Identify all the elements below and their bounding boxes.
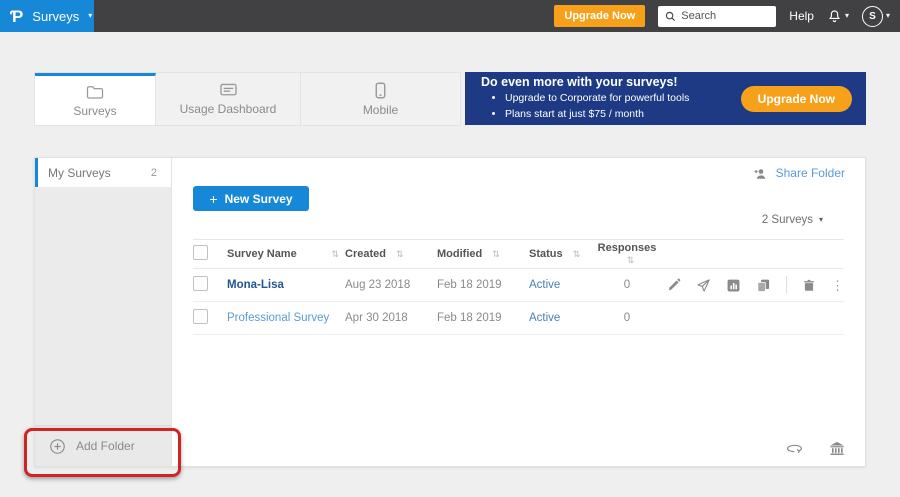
responses-count: 0 xyxy=(595,279,659,291)
delete-trash-icon[interactable] xyxy=(802,278,816,293)
sidebar-item-my-surveys[interactable]: My Surveys 2 xyxy=(35,158,171,187)
folder-icon xyxy=(86,84,104,100)
add-folder-label: Add Folder xyxy=(76,439,135,453)
app-logo-menu[interactable]: Ƥ Surveys ▾ xyxy=(0,0,94,32)
tab-label: Usage Dashboard xyxy=(180,102,277,116)
created-date: Apr 30 2018 xyxy=(345,312,437,324)
dashboard-icon xyxy=(219,82,238,98)
col-header-created[interactable]: Created xyxy=(345,248,386,260)
tab-usage-dashboard[interactable]: Usage Dashboard xyxy=(156,73,301,125)
top-bar: Ƥ Surveys ▾ Upgrade Now Help ▾ S ▾ xyxy=(0,0,900,32)
new-survey-button[interactable]: + New Survey xyxy=(193,186,309,211)
folder-count-badge: 2 xyxy=(151,167,157,179)
share-folder-link[interactable]: Share Folder xyxy=(753,166,845,180)
more-options-icon[interactable]: ⋮ xyxy=(831,279,844,292)
table-row: Professional Survey Apr 30 2018 Feb 18 2… xyxy=(193,302,844,335)
brand-logo-icon: Ƥ xyxy=(10,8,23,25)
tab-surveys[interactable]: Surveys xyxy=(35,73,156,125)
banner-upgrade-button[interactable]: Upgrade Now xyxy=(741,86,852,112)
row-checkbox[interactable] xyxy=(193,309,208,324)
survey-list-main: Share Folder + New Survey 2 Surveys ▾ Su… xyxy=(172,158,865,466)
status-badge[interactable]: Active xyxy=(529,312,560,324)
sort-icon[interactable]: ⇅ xyxy=(492,249,500,259)
section-tabs: Surveys Usage Dashboard Mobile xyxy=(34,72,461,126)
survey-name-link[interactable]: Mona-Lisa xyxy=(227,279,284,291)
new-survey-label: New Survey xyxy=(225,192,293,206)
col-header-status[interactable]: Status xyxy=(529,248,563,260)
send-plane-icon[interactable] xyxy=(696,278,711,293)
survey-name-link[interactable]: Professional Survey xyxy=(227,312,329,324)
col-header-responses[interactable]: Responses xyxy=(598,242,657,254)
add-folder-button[interactable]: Add Folder xyxy=(35,425,171,466)
tab-mobile[interactable]: Mobile xyxy=(301,73,460,125)
divider xyxy=(786,276,787,294)
modified-date: Feb 18 2019 xyxy=(437,279,529,291)
promo-banner: Do even more with your surveys! Upgrade … xyxy=(465,72,866,125)
sort-icon[interactable]: ⇅ xyxy=(573,249,581,259)
surveys-count-dropdown[interactable]: 2 Surveys ▾ xyxy=(762,214,823,226)
share-folder-label: Share Folder xyxy=(776,166,845,180)
folder-name: My Surveys xyxy=(48,166,111,180)
modified-date: Feb 18 2019 xyxy=(437,312,529,324)
restore-lasso-icon[interactable] xyxy=(786,441,803,456)
bell-icon xyxy=(827,9,842,24)
search-input[interactable] xyxy=(681,10,769,22)
nav-surveys-label: Surveys xyxy=(32,9,79,24)
search-box[interactable] xyxy=(658,6,776,27)
responses-count: 0 xyxy=(595,312,659,324)
mobile-icon xyxy=(374,82,387,99)
promo-bullet: Upgrade to Corporate for powerful tools xyxy=(505,90,741,106)
promo-bullet: Plans start at just $75 / month xyxy=(505,106,741,122)
promo-title: Do even more with your surveys! xyxy=(481,75,741,89)
folders-sidebar: My Surveys 2 Add Folder xyxy=(35,158,172,466)
sort-icon[interactable]: ⇅ xyxy=(331,249,339,260)
tab-label: Mobile xyxy=(363,103,398,117)
status-badge[interactable]: Active xyxy=(529,279,560,291)
help-link[interactable]: Help xyxy=(789,9,814,23)
notifications-button[interactable]: ▾ xyxy=(827,9,849,24)
plus-icon: + xyxy=(209,191,217,207)
chevron-down-icon: ▾ xyxy=(819,216,823,224)
chevron-down-icon: ▾ xyxy=(88,12,92,20)
col-header-modified[interactable]: Modified xyxy=(437,248,482,260)
row-checkbox[interactable] xyxy=(193,276,208,291)
surveys-count-label: 2 Surveys xyxy=(762,214,813,226)
table-row: Mona-Lisa Aug 23 2018 Feb 18 2019 Active… xyxy=(193,269,844,302)
promo-bullets: Upgrade to Corporate for powerful tools … xyxy=(481,90,741,123)
share-person-icon xyxy=(753,167,769,180)
chevron-down-icon: ▾ xyxy=(845,12,849,20)
chevron-down-icon: ▾ xyxy=(886,12,890,20)
account-menu[interactable]: S ▾ xyxy=(862,6,890,27)
created-date: Aug 23 2018 xyxy=(345,279,437,291)
col-header-survey-name[interactable]: Survey Name xyxy=(227,248,297,260)
upgrade-now-button[interactable]: Upgrade Now xyxy=(554,5,645,27)
edit-pencil-icon[interactable] xyxy=(667,278,681,292)
search-icon xyxy=(665,11,676,22)
panel-footer-icons xyxy=(786,441,845,456)
copy-icon[interactable] xyxy=(756,278,771,293)
sort-icon[interactable]: ⇅ xyxy=(396,249,404,259)
avatar: S xyxy=(862,6,883,27)
plus-circle-icon xyxy=(49,438,66,455)
table-header-row: Survey Name ⇅ Created ⇅ Modified ⇅ Statu… xyxy=(193,239,844,269)
sort-icon[interactable]: ⇅ xyxy=(627,255,635,265)
surveys-table: Survey Name ⇅ Created ⇅ Modified ⇅ Statu… xyxy=(193,239,844,335)
surveys-panel: My Surveys 2 Add Folder Share Folder + N… xyxy=(34,157,866,467)
report-chart-icon[interactable] xyxy=(726,278,741,293)
select-all-checkbox[interactable] xyxy=(193,245,208,260)
tab-label: Surveys xyxy=(73,104,116,118)
bank-icon[interactable] xyxy=(829,441,845,456)
